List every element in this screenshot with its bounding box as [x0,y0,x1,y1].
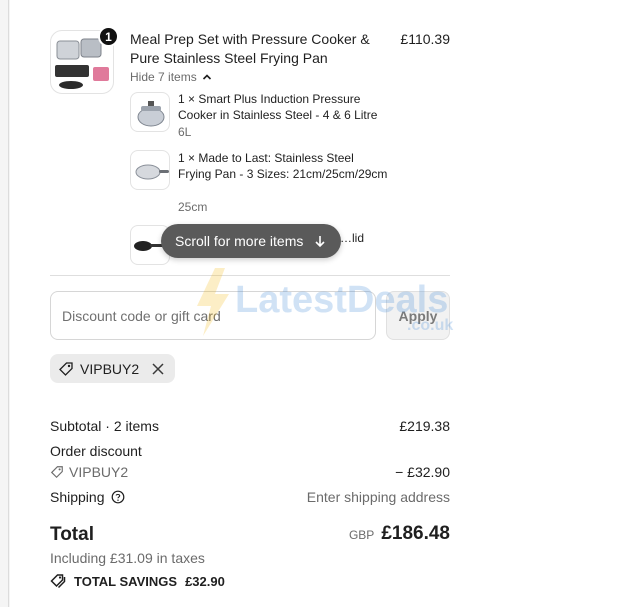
pressure-cooker-icon [137,101,165,127]
scroll-for-more-button[interactable]: Scroll for more items [161,224,342,258]
remove-discount-icon[interactable] [149,360,167,378]
total-value: £186.48 [381,523,450,544]
shipping-label: Shipping [50,489,105,505]
order-summary-panel: 1 Meal Prep Set with Pressure Cooker & P… [10,0,643,607]
chevron-up-icon [202,74,211,80]
hide-items-toggle[interactable]: Hide 7 items [130,70,213,84]
discount-code-input[interactable]: Discount code or gift card [50,291,376,340]
tag-icon [50,466,63,479]
bundle-item-thumbnail [130,92,170,132]
bundle-item-thumbnail [130,150,170,190]
tag-icon [59,361,73,376]
apply-discount-button[interactable]: Apply [386,291,450,340]
currency-code: GBP [348,528,375,542]
total-row: GBP £186.48 [260,523,450,545]
bundle-item-title: …lid [340,231,365,245]
bundle-item-variant: 25cm [178,200,208,214]
help-circle-icon[interactable] [111,490,125,504]
subtotal-value: £219.38 [399,418,450,434]
total-savings-row: TOTAL SAVINGS £32.90 [50,573,225,589]
page-left-gutter [0,0,9,607]
arrow-down-icon [315,236,325,248]
subtotal-label: Subtotal · 2 items [50,418,159,434]
product-price: £110.39 [400,31,450,47]
bundle-item-variant: 6L [178,125,192,139]
applied-discount-code: VIPBUY2 [80,360,140,377]
order-discount-code: VIPBUY2 [50,464,128,480]
order-discount-value: − £32.90 [395,464,450,480]
order-discount-code-text: VIPBUY2 [69,464,129,480]
order-discount-label: Order discount [50,443,142,459]
divider [50,275,450,276]
savings-value: £32.90 [185,573,225,589]
product-title: Meal Prep Set with Pressure Cooker & Pur… [130,31,370,66]
shipping-value: Enter shipping address [306,489,450,505]
frying-pan-icon [135,164,169,180]
scroll-hint-label: Scroll for more items [175,233,304,249]
hide-items-label: Hide 7 items [130,70,197,84]
tags-icon [50,574,66,589]
applied-discount-chip: VIPBUY2 [50,354,176,383]
total-label: Total [50,524,94,545]
bundle-item-title: 1 × Smart Plus Induction Pressure Cooker… [178,92,378,122]
shipping-row: Shipping [50,489,125,505]
discount-placeholder: Discount code or gift card [62,307,221,324]
taxes-note: Including £31.09 in taxes [50,550,205,566]
quantity-badge: 1 [98,26,119,47]
bundle-item-title: 1 × Made to Last: Stainless Steel Frying… [178,151,388,181]
savings-label: TOTAL SAVINGS [74,573,178,589]
